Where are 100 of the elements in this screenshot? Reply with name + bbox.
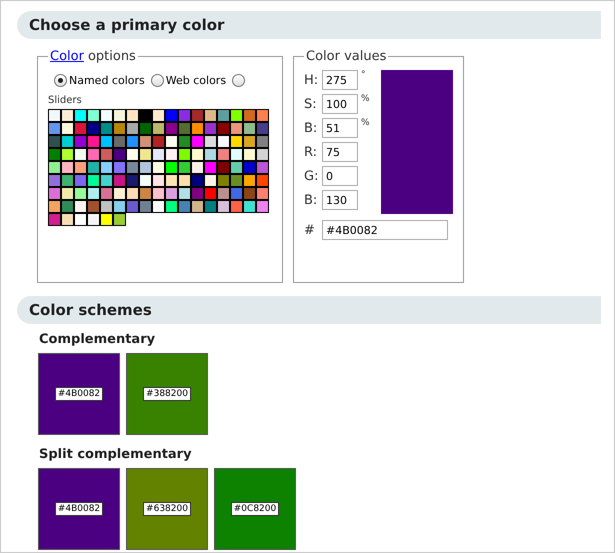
value-field[interactable]: 100 — [322, 94, 358, 114]
color-swatch[interactable] — [87, 122, 100, 135]
color-swatch[interactable] — [204, 109, 217, 122]
color-swatch[interactable] — [139, 161, 152, 174]
color-swatch[interactable] — [48, 174, 61, 187]
color-swatch[interactable] — [87, 148, 100, 161]
color-swatch[interactable] — [243, 122, 256, 135]
color-swatch[interactable] — [48, 122, 61, 135]
value-field[interactable]: 51 — [322, 118, 358, 138]
color-swatch[interactable] — [152, 187, 165, 200]
color-swatch[interactable] — [152, 148, 165, 161]
color-swatch[interactable] — [165, 161, 178, 174]
color-swatch[interactable] — [165, 109, 178, 122]
radio-button[interactable] — [150, 74, 164, 87]
color-swatch[interactable] — [217, 109, 230, 122]
color-swatch[interactable] — [61, 200, 74, 213]
color-swatch[interactable] — [74, 174, 87, 187]
radio-button[interactable] — [54, 74, 67, 87]
color-swatch[interactable] — [165, 200, 178, 213]
color-swatch[interactable] — [217, 174, 230, 187]
color-swatch[interactable] — [256, 187, 269, 200]
color-swatch[interactable] — [217, 200, 230, 213]
color-swatch[interactable] — [204, 200, 217, 213]
color-swatch[interactable] — [61, 213, 74, 226]
color-swatch[interactable] — [48, 135, 61, 148]
color-swatch[interactable] — [178, 187, 191, 200]
color-swatch[interactable] — [256, 135, 269, 148]
color-swatch[interactable] — [126, 148, 139, 161]
color-swatch[interactable] — [74, 135, 87, 148]
color-swatch[interactable] — [165, 148, 178, 161]
color-swatch[interactable] — [152, 161, 165, 174]
color-swatch[interactable] — [100, 213, 113, 226]
color-swatch[interactable] — [178, 135, 191, 148]
color-swatch[interactable] — [74, 109, 87, 122]
color-swatch[interactable] — [256, 109, 269, 122]
color-swatch[interactable] — [230, 200, 243, 213]
color-swatch[interactable] — [74, 161, 87, 174]
color-swatch[interactable] — [100, 161, 113, 174]
color-swatch[interactable] — [191, 109, 204, 122]
color-swatch[interactable] — [178, 200, 191, 213]
color-swatch[interactable] — [178, 122, 191, 135]
color-swatch[interactable] — [230, 187, 243, 200]
color-swatch[interactable] — [113, 174, 126, 187]
color-swatch[interactable] — [100, 174, 113, 187]
color-swatch[interactable] — [139, 187, 152, 200]
color-swatch[interactable] — [139, 174, 152, 187]
color-swatch[interactable] — [204, 187, 217, 200]
color-swatch[interactable] — [113, 135, 126, 148]
color-swatch[interactable] — [87, 135, 100, 148]
color-swatch[interactable] — [256, 122, 269, 135]
color-swatch[interactable] — [48, 109, 61, 122]
color-swatch[interactable] — [100, 135, 113, 148]
color-swatch[interactable] — [230, 109, 243, 122]
color-swatch[interactable] — [178, 148, 191, 161]
value-field[interactable]: 75 — [322, 142, 358, 162]
color-swatch[interactable] — [139, 200, 152, 213]
value-field[interactable]: 0 — [322, 166, 358, 186]
hex-field[interactable]: #4B0082 — [322, 220, 448, 240]
color-swatch[interactable] — [256, 174, 269, 187]
color-swatch[interactable] — [230, 148, 243, 161]
color-swatch[interactable] — [87, 174, 100, 187]
color-swatch[interactable] — [87, 161, 100, 174]
color-swatch[interactable] — [191, 148, 204, 161]
color-swatch[interactable] — [256, 200, 269, 213]
color-swatch[interactable] — [243, 187, 256, 200]
color-swatch[interactable] — [243, 148, 256, 161]
color-swatch[interactable] — [100, 187, 113, 200]
color-swatch[interactable] — [243, 200, 256, 213]
color-swatch[interactable] — [48, 161, 61, 174]
color-swatch[interactable] — [243, 109, 256, 122]
color-swatch[interactable] — [165, 122, 178, 135]
color-swatch[interactable] — [256, 148, 269, 161]
color-swatch[interactable] — [100, 122, 113, 135]
color-swatch[interactable] — [230, 161, 243, 174]
color-swatch[interactable] — [113, 200, 126, 213]
color-swatch[interactable] — [243, 161, 256, 174]
color-swatch[interactable] — [152, 174, 165, 187]
color-swatch[interactable] — [74, 122, 87, 135]
color-swatch[interactable] — [243, 135, 256, 148]
color-swatch[interactable] — [126, 200, 139, 213]
color-swatch[interactable] — [126, 161, 139, 174]
radio-button[interactable] — [232, 74, 246, 87]
color-swatch[interactable] — [61, 122, 74, 135]
color-swatch[interactable] — [74, 213, 87, 226]
color-swatch[interactable] — [113, 187, 126, 200]
color-swatch[interactable] — [217, 187, 230, 200]
color-swatch[interactable] — [165, 135, 178, 148]
color-swatch[interactable] — [126, 135, 139, 148]
color-swatch[interactable] — [100, 200, 113, 213]
color-swatch[interactable] — [100, 148, 113, 161]
color-swatch[interactable] — [204, 161, 217, 174]
color-swatch[interactable] — [74, 187, 87, 200]
color-swatch[interactable] — [87, 213, 100, 226]
color-swatch[interactable] — [204, 122, 217, 135]
color-swatch[interactable] — [191, 174, 204, 187]
color-swatch[interactable] — [74, 200, 87, 213]
color-swatch[interactable] — [204, 174, 217, 187]
color-swatch[interactable] — [61, 187, 74, 200]
color-swatch[interactable] — [100, 109, 113, 122]
color-swatch[interactable] — [217, 161, 230, 174]
